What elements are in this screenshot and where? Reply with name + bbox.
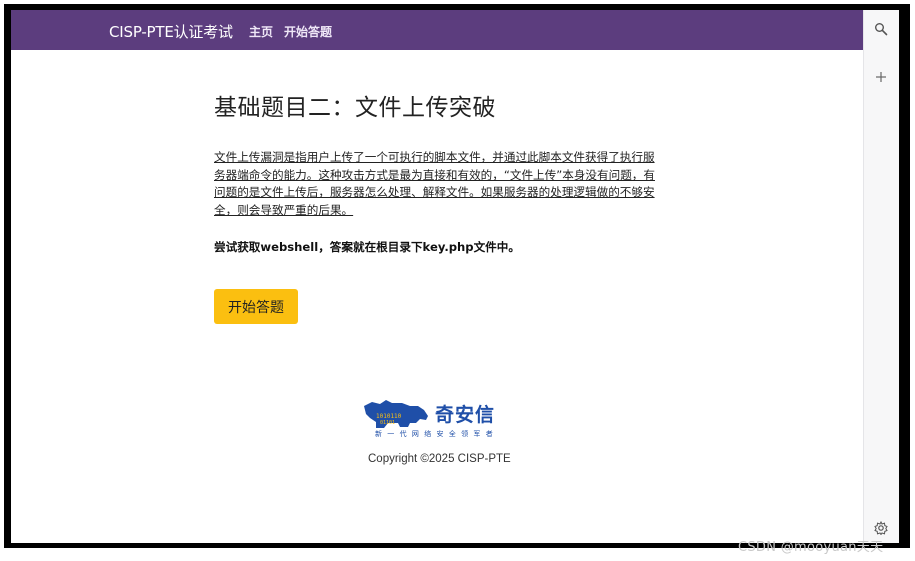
browser-viewport: CISP-PTE认证考试 主页 开始答题 基础题目二：文件上传突破 文件上传漏洞…	[11, 10, 899, 543]
page-title: 基础题目二：文件上传突破	[214, 95, 496, 121]
browser-sidebar	[863, 10, 899, 543]
nav-link-home[interactable]: 主页	[249, 23, 273, 40]
nav-link-start-answer[interactable]: 开始答题	[284, 23, 332, 40]
csdn-watermark: CSDN @mooyuan天天	[738, 540, 884, 555]
navbar-brand[interactable]: CISP-PTE认证考试	[109, 21, 233, 42]
description-text: 文件上传漏洞是指用户上传了一个可执行的脚本文件，并通过此脚本文件获得了执行服务器…	[214, 150, 655, 217]
svg-text:1010110: 1010110	[376, 413, 402, 420]
page: CISP-PTE认证考试 主页 开始答题 基础题目二：文件上传突破 文件上传漏洞…	[11, 10, 863, 543]
copyright-text: Copyright ©2025 CISP-PTE	[368, 453, 511, 465]
screenshot-frame: CISP-PTE认证考试 主页 开始答题 基础题目二：文件上传突破 文件上传漏洞…	[4, 4, 910, 548]
logo-text: 奇安信	[435, 404, 496, 426]
start-answer-button[interactable]: 开始答题	[214, 289, 298, 324]
logo-slogan: 新一代网络安全领军者	[375, 430, 498, 438]
plus-icon[interactable]	[870, 66, 892, 88]
svg-text:01101: 01101	[380, 420, 395, 426]
navbar: CISP-PTE认证考试 主页 开始答题	[11, 10, 863, 50]
search-icon[interactable]	[870, 18, 892, 40]
task-text: 尝试获取webshell，答案就在根目录下key.php文件中。	[214, 240, 520, 254]
